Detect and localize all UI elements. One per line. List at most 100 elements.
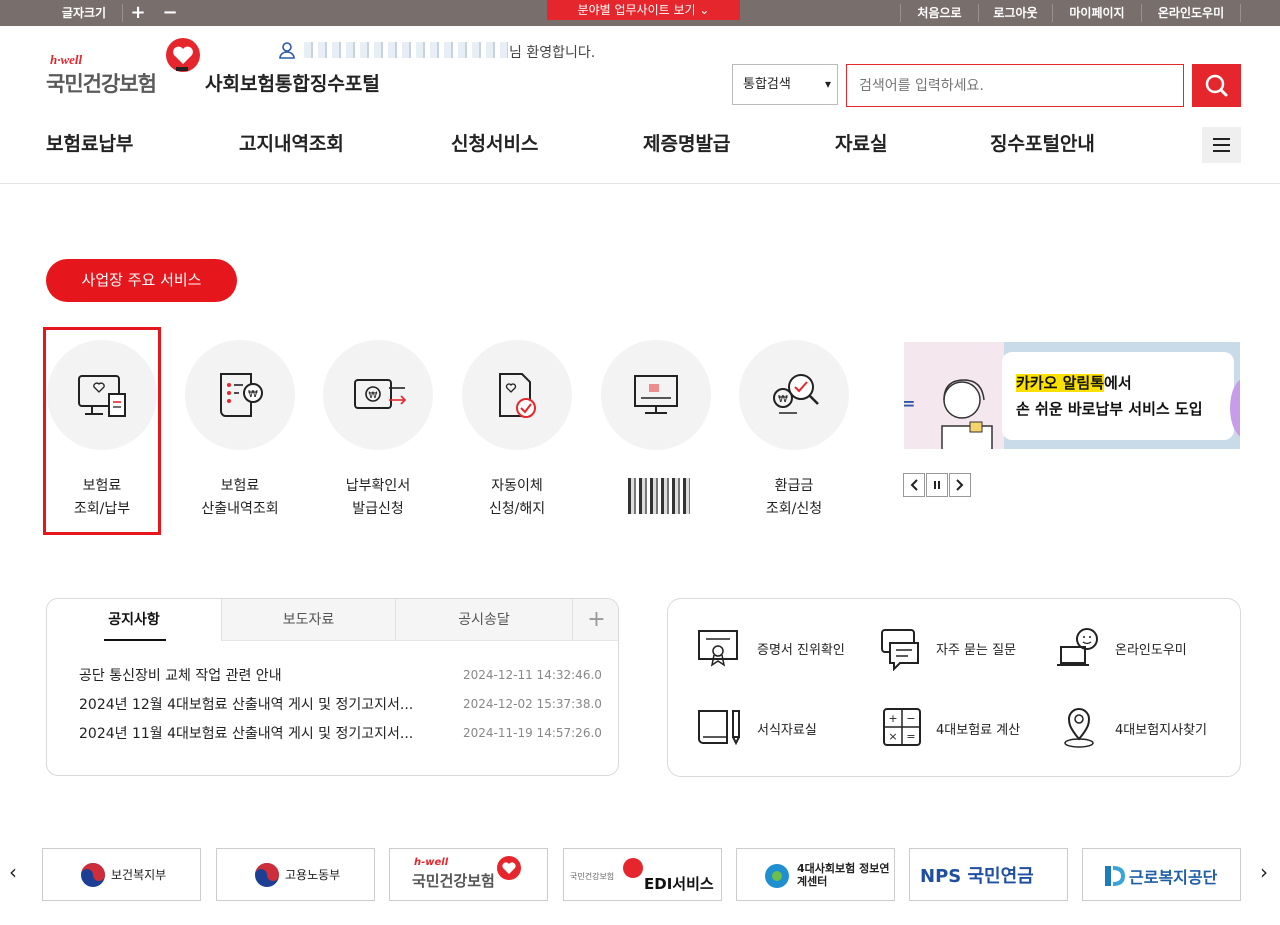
helper-laptop-icon <box>1057 628 1098 666</box>
quicklink-label: 증명서 진위확인 <box>757 643 845 658</box>
divider <box>122 4 123 22</box>
quicklink-calculator[interactable]: + − × = 4대보험료 계산 <box>878 705 1038 751</box>
family-site-sub: 국민건강보험 <box>570 872 615 881</box>
gnb-item-certificate[interactable]: 제증명발급 <box>643 129 730 156</box>
search-button[interactable] <box>1192 64 1241 107</box>
notice-row-title[interactable]: 2024년 12월 4대보험료 산출내역 게시 및 정기고지서... <box>79 694 413 714</box>
service-payment-cert-button[interactable]: ₩ <box>323 340 433 450</box>
chat-bubble-icon <box>881 629 919 671</box>
service-premium-detail-button[interactable]: ₩ <box>185 340 295 450</box>
search-scope-select[interactable]: 통합검색 ▾ <box>732 64 838 105</box>
main-services-title-button[interactable]: 사업장 주요 서비스 <box>46 259 237 302</box>
family-site-name: NPS 국민연금 <box>920 866 1034 887</box>
divider <box>1240 4 1241 22</box>
hamburger-icon <box>1213 138 1230 152</box>
service-label: 납부확인서 발급신청 <box>345 478 411 517</box>
username-masked <box>304 42 508 58</box>
mypage-link[interactable]: 마이페이지 <box>1053 0 1141 26</box>
search-input[interactable] <box>846 64 1184 107</box>
family-site-edi[interactable]: 국민건강보험 EDI서비스 <box>563 848 722 901</box>
service-label-masked <box>628 478 690 514</box>
banner-pause-button[interactable] <box>926 473 948 497</box>
document-check-icon <box>499 373 536 418</box>
online-helper-link[interactable]: 온라인도우미 <box>1142 0 1240 26</box>
sector-site-dropdown-button[interactable]: 분야별 업무사이트 보기 ⌄ <box>547 0 740 20</box>
all-menu-button[interactable] <box>1202 127 1241 163</box>
search-scope-value: 통합검색 <box>743 77 791 92</box>
family-site-name: 근로복지공단 <box>1129 868 1218 887</box>
bill-won-icon: ₩ <box>220 373 263 417</box>
font-size-plus-button[interactable]: + <box>124 0 152 26</box>
service-refund-button[interactable]: ₩ <box>739 340 849 450</box>
notice-row-title[interactable]: 공단 통신장비 교체 작업 관련 안내 <box>79 665 282 685</box>
quicklink-cert-verify[interactable]: 증명서 진위확인 <box>695 625 860 671</box>
family-prev-button[interactable]: ‹ <box>9 860 17 884</box>
service-item-5-button[interactable] <box>601 340 711 450</box>
service-auto-transfer-button[interactable] <box>462 340 572 450</box>
notice-row-date: 2024-12-02 15:37:38.0 <box>463 697 602 711</box>
notice-row-date: 2024-11-19 14:57:26.0 <box>463 726 602 740</box>
family-site-comwel[interactable]: 근로복지공단 <box>1082 848 1241 901</box>
refund-search-icon: ₩ <box>773 374 819 414</box>
family-site-4insure[interactable]: 4대사회보험 정보연계센터 <box>736 848 895 901</box>
family-next-button[interactable]: › <box>1260 860 1268 884</box>
font-size-label: 글자크기 <box>61 6 107 20</box>
family-site-name: 고용노동부 <box>285 868 341 882</box>
family-site-nps[interactable]: NPS 국민연금 <box>909 848 1068 901</box>
family-site-mohw[interactable]: 보건복지부 <box>42 848 201 901</box>
service-label: 보험료 산출내역조회 <box>201 478 279 517</box>
home-link[interactable]: 처음으로 <box>901 0 978 26</box>
notice-more-button[interactable]: + <box>573 599 618 641</box>
banner-prev-button[interactable] <box>903 473 925 497</box>
logout-link[interactable]: 로그아웃 <box>979 0 1052 26</box>
gnb-item-application[interactable]: 신청서비스 <box>451 129 538 156</box>
sector-label: 분야별 업무사이트 보기 <box>577 3 696 17</box>
notice-row-title[interactable]: 2024년 11월 4대보험료 산출내역 게시 및 정기고지서... <box>79 723 413 743</box>
quicklink-faq[interactable]: 자주 묻는 질문 <box>878 625 1038 671</box>
pause-icon <box>934 481 940 489</box>
kakao-alimtalk-banner[interactable]: = 카카오 알림톡에서 손 쉬운 바로납부 서비스 도입 <box>904 342 1240 449</box>
svg-text:=: = <box>906 730 915 743</box>
taegeuk-logo-icon <box>255 863 279 887</box>
gnb-item-payment[interactable]: 보험료납부 <box>46 129 133 156</box>
chevron-right-icon: › <box>1260 860 1268 884</box>
certificate-icon <box>698 630 738 667</box>
book-pen-icon <box>698 710 740 746</box>
svg-text:×: × <box>888 730 897 743</box>
gnb-item-notice-history[interactable]: 고지내역조회 <box>239 129 344 156</box>
notice-row-date: 2024-12-11 14:32:46.0 <box>463 668 602 682</box>
gnb-item-portal-info[interactable]: 징수포털안내 <box>990 129 1095 156</box>
quicklink-online-helper[interactable]: 온라인도우미 <box>1055 625 1205 671</box>
chevron-right-icon <box>956 479 964 491</box>
logo-hwell-text: h·well <box>50 52 83 67</box>
family-site-name: EDI서비스 <box>644 875 714 893</box>
quicklink-branch-finder[interactable]: 4대보험지사찾기 <box>1055 705 1215 751</box>
welcome-text: 님 환영합니다. <box>509 45 596 61</box>
service-label: 자동이체 신청/해지 <box>488 478 546 517</box>
gnb-item-archive[interactable]: 자료실 <box>835 129 887 156</box>
svg-text:+: + <box>888 712 897 725</box>
font-size-minus-button[interactable]: − <box>156 0 184 26</box>
selected-service-highlight <box>43 327 161 535</box>
notice-panel: 공지사항 보도자료 공시송달 + 공단 통신장비 교체 작업 관련 안내 202… <box>46 598 619 776</box>
tab-public-notice[interactable]: 공시송달 <box>396 599 572 641</box>
svg-text:₩: ₩ <box>778 394 788 405</box>
quicklink-label: 온라인도우미 <box>1115 643 1187 658</box>
quicklink-forms[interactable]: 서식자료실 <box>695 705 860 751</box>
family-site-name: 4대사회보험 정보연계센터 <box>797 862 890 888</box>
banner-card <box>1002 352 1234 440</box>
tab-notice[interactable]: 공지사항 <box>47 599 221 641</box>
active-tab-indicator <box>104 639 166 641</box>
user-icon <box>279 42 295 59</box>
banner-next-button[interactable] <box>949 473 971 497</box>
taegeuk-logo-icon <box>81 863 105 887</box>
banner-line-1: 카카오 알림톡에서 <box>1016 374 1132 392</box>
family-site-moel[interactable]: 고용노동부 <box>216 848 375 901</box>
tab-press[interactable]: 보도자료 <box>222 599 395 641</box>
service-label: 환급금 조회/신청 <box>765 478 823 517</box>
search-icon <box>1205 74 1228 97</box>
heart-logo-icon <box>623 858 643 878</box>
family-site-nhis[interactable]: h-well 국민건강보험 <box>389 848 548 901</box>
family-site-sub: h-well <box>414 857 449 868</box>
family-site-name: 국민건강보험 <box>412 872 495 890</box>
